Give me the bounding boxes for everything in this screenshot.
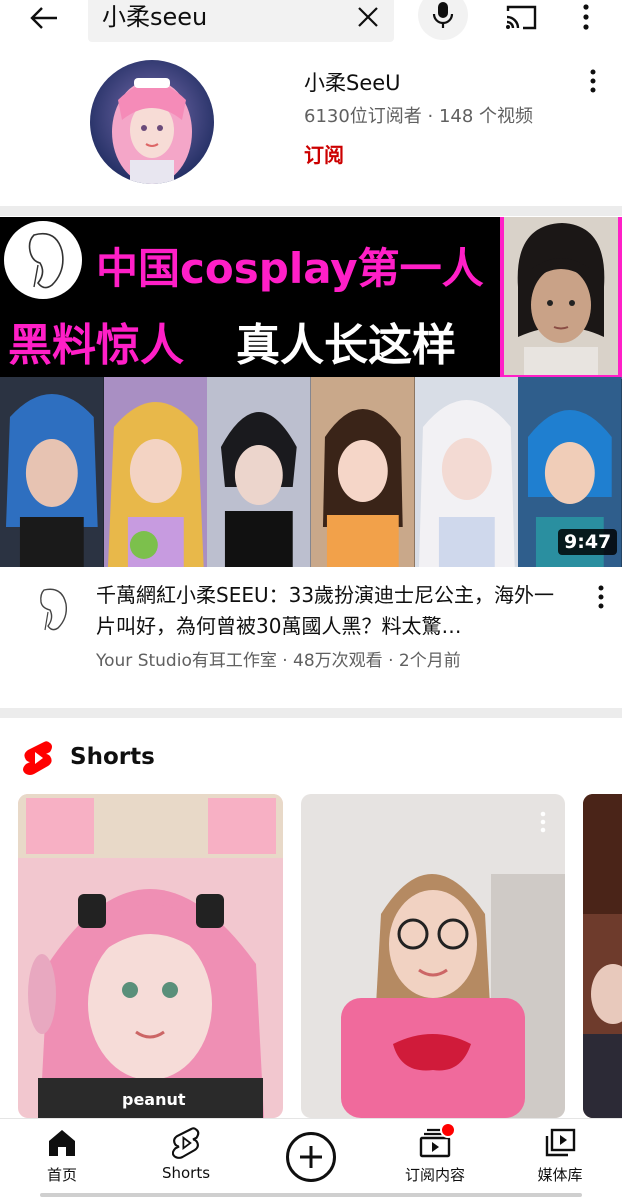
search-input[interactable]: 小柔seeu	[102, 2, 207, 32]
video-channel-avatar[interactable]	[24, 582, 78, 636]
arrow-left-icon	[30, 7, 57, 29]
video-meta: Your Studio有耳工作室 · 48万次观看 · 2个月前	[96, 651, 461, 671]
nav-label-subscriptions: 订阅内容	[404, 1166, 465, 1184]
cosplay-photo	[0, 377, 104, 567]
shorts-logo-icon	[22, 740, 54, 776]
section-divider	[0, 206, 622, 216]
more-vertical-icon	[598, 585, 604, 609]
nav-item-subscriptions[interactable]: 订阅内容	[373, 1118, 497, 1200]
channel-more-button[interactable]	[580, 66, 606, 96]
thumbnail-face-photo	[500, 217, 622, 379]
more-vertical-icon	[583, 4, 589, 30]
shorts-section-title: Shorts	[70, 744, 155, 770]
short-card[interactable]: peanut	[18, 794, 283, 1118]
nav-item-create[interactable]	[249, 1118, 373, 1200]
subscriptions-icon	[418, 1122, 456, 1160]
nav-item-shorts[interactable]: Shorts	[124, 1118, 248, 1200]
home-icon	[45, 1126, 79, 1160]
more-vertical-icon	[590, 69, 596, 93]
more-options-button[interactable]	[572, 0, 600, 34]
nav-label-home: 首页	[46, 1166, 77, 1184]
channel-avatar[interactable]	[90, 60, 214, 184]
cosplay-photo	[207, 377, 312, 567]
short-card[interactable]	[583, 794, 622, 1118]
clear-search-button[interactable]	[352, 2, 384, 32]
create-icon	[286, 1132, 336, 1182]
nav-item-home[interactable]: 首页	[0, 1118, 124, 1200]
shorts-icon	[169, 1126, 203, 1160]
nav-label-library: 媒体库	[537, 1166, 583, 1184]
channel-name[interactable]: 小柔SeeU	[304, 67, 401, 97]
thumbnail-subline-white: 真人长这样	[236, 320, 456, 371]
short-card[interactable]	[301, 794, 565, 1118]
cosplay-photo	[103, 377, 208, 567]
microphone-icon	[432, 2, 454, 28]
thumbnail-subline-pink: 黑料惊人	[8, 320, 184, 371]
cast-icon	[506, 5, 537, 30]
cosplay-photo	[414, 377, 519, 567]
home-indicator	[40, 1193, 582, 1197]
cast-button[interactable]	[500, 0, 542, 34]
nav-item-library[interactable]: 媒体库	[498, 1118, 622, 1200]
section-divider	[0, 708, 622, 718]
studio-logo	[4, 221, 82, 299]
thumbnail-headline: 中国cosplay第一人	[96, 244, 484, 293]
video-duration-badge: 9:47	[558, 529, 618, 555]
subscribe-button[interactable]: 订阅	[304, 139, 344, 168]
channel-meta: 6130位订阅者 · 148 个视频	[304, 106, 534, 127]
short-more-button[interactable]	[530, 806, 556, 838]
back-button[interactable]	[22, 2, 66, 34]
cosplay-photo	[311, 377, 415, 567]
notification-dot	[440, 1122, 456, 1138]
library-icon	[543, 1126, 577, 1160]
video-title[interactable]: 千萬網紅小柔SEEU：33歲扮演迪士尼公主，海外一片叫好，為何曾被30萬國人黑？…	[96, 580, 572, 642]
video-thumbnail[interactable]: 中国cosplay第一人 黑料惊人 真人长这样 9:47	[0, 217, 622, 567]
short-caption: peanut	[122, 1090, 186, 1109]
nav-label-shorts: Shorts	[161, 1164, 211, 1182]
more-vertical-icon	[540, 811, 546, 833]
close-icon	[358, 7, 378, 27]
video-more-button[interactable]	[588, 582, 614, 612]
cosplay-photo-strip	[0, 377, 622, 567]
